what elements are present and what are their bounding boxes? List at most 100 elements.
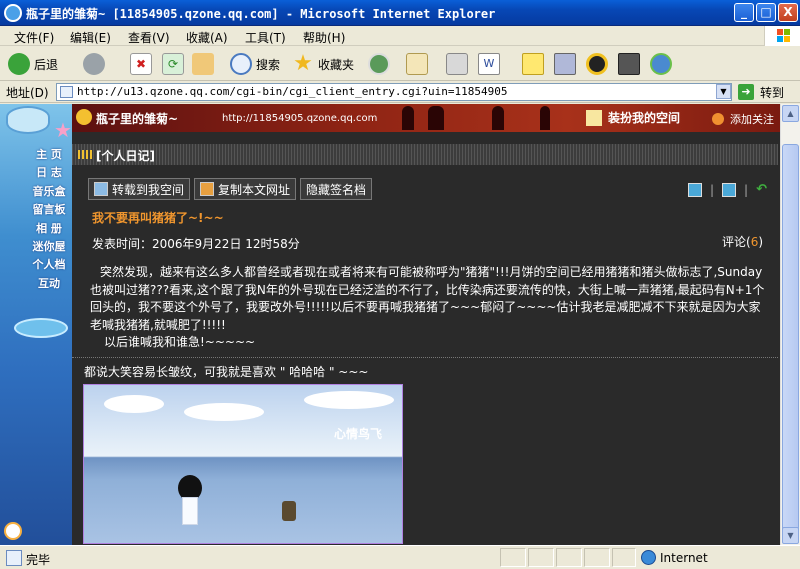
girl-body-shape: [182, 497, 198, 525]
home-button[interactable]: [192, 51, 214, 77]
maximize-button[interactable]: □: [756, 3, 776, 22]
research-button[interactable]: [554, 51, 576, 77]
hide-signature-button[interactable]: 隐藏签名档: [300, 178, 373, 200]
return-icon[interactable]: ↶: [756, 183, 770, 197]
messenger-button[interactable]: [650, 51, 672, 77]
comments-label: 评论(: [722, 235, 751, 249]
refresh-icon: ⟳: [162, 53, 184, 75]
address-url: http://u13.qzone.qq.com/cgi-bin/cgi_clie…: [77, 85, 508, 98]
go-button[interactable]: ➜ 转到: [738, 83, 784, 101]
scroll-thumb[interactable]: [782, 144, 799, 544]
menu-help[interactable]: 帮助(H): [303, 29, 345, 46]
favorites-star-icon: ★: [293, 51, 313, 76]
bars-icon: [78, 150, 92, 159]
comments-link[interactable]: 评论(6): [722, 233, 763, 250]
note-icon: [522, 53, 544, 75]
post-paragraph: 突然发现，越来有这么多人都曾经或者现在或者将来有可能被称呼为"猪猪"!!!月饼的…: [90, 265, 765, 332]
address-dropdown-button[interactable]: ▼: [716, 84, 731, 99]
qq-button[interactable]: [586, 51, 608, 77]
dress-space-button[interactable]: 装扮我的空间: [586, 109, 680, 126]
page-viewport: ★ 主 页 日 志 音乐盒 留言板 相 册 迷你屋 个人档 互动 瓶子里的雏菊~…: [0, 104, 780, 545]
forward-button[interactable]: [83, 51, 105, 77]
repost-button[interactable]: 转载到我空间: [88, 178, 191, 200]
post-paragraph: 以后谁喊我和谁急!~~~~~: [104, 335, 256, 349]
tool-button[interactable]: [618, 51, 640, 77]
menu-bar: 文件(F) 编辑(E) 查看(V) 收藏(A) 工具(T) 帮助(H): [0, 26, 800, 46]
copy-url-button[interactable]: 复制本文网址: [194, 178, 297, 200]
copy-url-label: 复制本文网址: [218, 182, 291, 197]
security-zone: Internet: [660, 551, 708, 565]
nav-profile[interactable]: 个人档: [28, 256, 70, 274]
silhouette-decoration: [402, 106, 414, 130]
search-icon: [230, 53, 252, 75]
qzone-logo-icon: [76, 109, 92, 125]
nav-blog[interactable]: 日 志: [28, 164, 70, 182]
scroll-up-button[interactable]: ▲: [782, 105, 799, 122]
back-button[interactable]: 后退: [8, 51, 58, 77]
silhouette-decoration: [492, 106, 504, 130]
minimize-button[interactable]: _: [734, 3, 754, 22]
close-button[interactable]: X: [778, 3, 798, 22]
stop-icon: ✖: [130, 53, 152, 75]
windows-logo-icon: [764, 26, 800, 46]
internet-globe-icon: [641, 550, 656, 565]
space-title: 瓶子里的雏菊~: [96, 112, 179, 126]
edit-button[interactable]: W: [478, 51, 500, 77]
follow-icon: [712, 113, 724, 125]
cloud-decoration-icon: [14, 318, 68, 338]
window-title: 瓶子里的雏菊~ [11854905.qzone.qq.com] - Micros…: [26, 7, 496, 21]
menu-favorites[interactable]: 收藏(A): [186, 29, 228, 46]
next-post-icon[interactable]: [722, 183, 737, 197]
stop-button[interactable]: ✖: [130, 51, 152, 77]
menu-edit[interactable]: 编辑(E): [70, 29, 111, 46]
silhouette-decoration: [428, 106, 444, 130]
print-icon: [446, 53, 468, 75]
history-button[interactable]: [368, 51, 390, 77]
home-icon: [192, 53, 214, 75]
menu-tools[interactable]: 工具(T): [245, 29, 286, 46]
post-actions: 转载到我空间 复制本文网址 隐藏签名档: [88, 178, 373, 200]
space-url[interactable]: http://11854905.qzone.qq.com: [222, 113, 377, 124]
mail-icon: [406, 53, 428, 75]
nav-home[interactable]: 主 页: [28, 146, 70, 164]
back-arrow-icon: [8, 53, 30, 75]
nav-guestbook[interactable]: 留言板: [28, 201, 70, 219]
dress-icon: [586, 109, 602, 126]
discuss-button[interactable]: [522, 51, 544, 77]
vertical-scrollbar[interactable]: ▲ ▼: [780, 104, 800, 545]
mail-button[interactable]: [406, 51, 428, 77]
prev-post-icon[interactable]: [688, 183, 702, 197]
cloud-shape: [104, 395, 164, 413]
nav-minihouse[interactable]: 迷你屋: [28, 238, 70, 256]
go-arrow-icon: ➜: [738, 84, 754, 100]
refresh-button[interactable]: ⟳: [162, 51, 184, 77]
menu-view[interactable]: 查看(V): [128, 29, 170, 46]
nav-album[interactable]: 相 册: [28, 220, 70, 238]
page-icon: [60, 86, 73, 98]
print-button[interactable]: [446, 51, 468, 77]
status-bar: 完毕 Internet: [0, 545, 800, 569]
status-cell: [556, 548, 582, 567]
address-input[interactable]: http://u13.qzone.qq.com/cgi-bin/cgi_clie…: [56, 83, 732, 101]
favorites-button[interactable]: ★ 收藏夹: [292, 51, 354, 77]
post-photo: 心情鸟飞: [83, 384, 403, 544]
section-header: [个人日记]: [72, 144, 778, 165]
scroll-down-button[interactable]: ▼: [782, 527, 799, 544]
search-button[interactable]: 搜索: [230, 51, 280, 77]
forward-arrow-icon: [83, 53, 105, 75]
silhouette-decoration: [540, 106, 550, 130]
go-label: 转到: [760, 85, 785, 100]
nav-music[interactable]: 音乐盒: [28, 183, 70, 201]
add-follow-button[interactable]: 添加关注: [712, 111, 774, 127]
window-titlebar[interactable]: 瓶子里的雏菊~ [11854905.qzone.qq.com] - Micros…: [0, 0, 800, 26]
qq-status-icon[interactable]: [4, 522, 22, 540]
nav-interact[interactable]: 互动: [28, 275, 70, 293]
status-cell: [584, 548, 610, 567]
repost-icon: [94, 182, 108, 196]
word-edit-icon: W: [478, 53, 500, 75]
menu-file[interactable]: 文件(F): [14, 29, 54, 46]
status-text: 完毕: [26, 553, 51, 567]
address-label: 地址(D): [6, 86, 49, 100]
repost-label: 转载到我空间: [112, 182, 185, 197]
qzone-banner: 瓶子里的雏菊~ http://11854905.qzone.qq.com 装扮我…: [72, 104, 780, 132]
